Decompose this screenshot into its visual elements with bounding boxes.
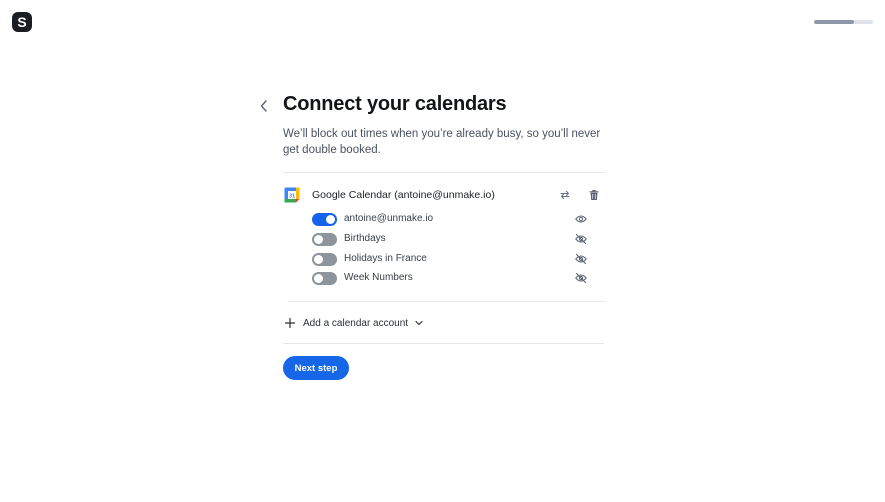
chevron-down-icon: [414, 319, 423, 328]
google-calendar-icon: 31: [284, 187, 300, 203]
calendar-row: Birthdays: [312, 232, 588, 246]
calendar-row: Week Numbers: [312, 271, 588, 285]
delete-account-button[interactable]: [586, 187, 602, 203]
calendar-row: antoine@unmake.io: [312, 212, 588, 226]
toggle-knob: [314, 255, 323, 264]
calendar-label: Week Numbers: [344, 272, 413, 283]
sync-icon: [560, 190, 570, 200]
visibility-button[interactable]: [574, 232, 588, 246]
visibility-button[interactable]: [574, 212, 588, 226]
logo-letter: S: [17, 14, 27, 30]
calendar-row: Holidays in France: [312, 252, 588, 266]
onboarding-progress-bar: [814, 20, 873, 24]
plus-icon: [284, 317, 296, 329]
eye-off-icon: [575, 233, 587, 245]
toggle-knob: [314, 274, 323, 283]
back-button[interactable]: [257, 98, 271, 114]
toggle-knob: [314, 235, 323, 244]
eye-off-icon: [575, 272, 587, 284]
toggle-knob: [326, 215, 335, 224]
next-step-button[interactable]: Next step: [283, 356, 349, 380]
sync-button[interactable]: [557, 187, 573, 203]
chevron-left-icon: [260, 100, 267, 112]
add-calendar-account-button[interactable]: Add a calendar account: [284, 315, 423, 331]
page-title: Connect your calendars: [283, 93, 507, 115]
app-logo: S: [12, 12, 32, 32]
trash-icon: [589, 190, 599, 200]
eye-icon: [575, 215, 587, 223]
visibility-button[interactable]: [574, 271, 588, 285]
eye-off-icon: [575, 253, 587, 265]
google-calendar-day: 31: [289, 193, 295, 199]
calendar-label: Holidays in France: [344, 253, 427, 264]
calendar-toggle[interactable]: [312, 233, 337, 246]
calendar-label: antoine@unmake.io: [344, 213, 434, 224]
account-title: Google Calendar (antoine@unmake.io): [312, 189, 495, 201]
visibility-button[interactable]: [574, 252, 588, 266]
add-calendar-account-label: Add a calendar account: [303, 317, 409, 329]
accounts-divider: [288, 301, 606, 302]
calendar-toggle[interactable]: [312, 272, 337, 285]
calendar-label: Birthdays: [344, 233, 386, 244]
top-divider: [283, 172, 606, 173]
progress-fill: [814, 20, 854, 24]
calendar-toggle[interactable]: [312, 253, 337, 266]
calendar-toggle[interactable]: [312, 213, 337, 226]
page-subtitle: We’ll block out times when you’re alread…: [283, 128, 601, 156]
bottom-divider: [283, 343, 604, 344]
